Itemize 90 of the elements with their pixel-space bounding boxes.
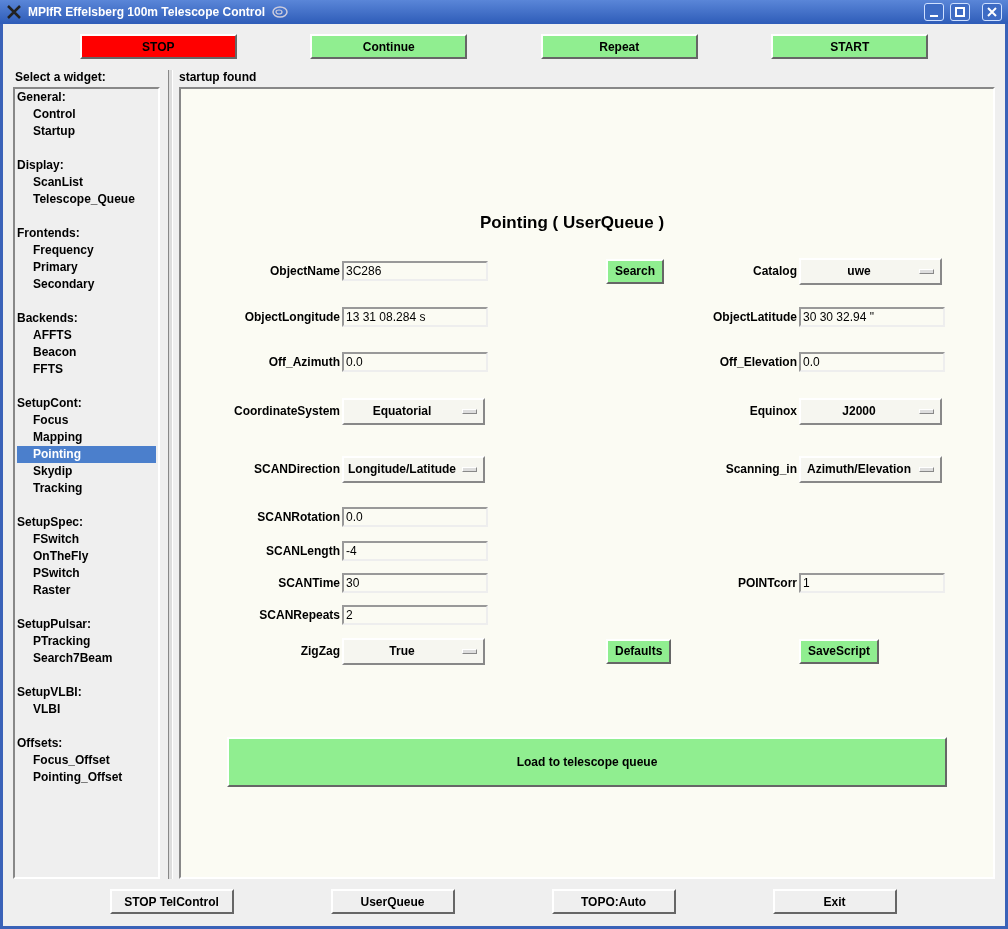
close-button[interactable] bbox=[982, 3, 1002, 21]
maximize-button[interactable] bbox=[950, 3, 970, 21]
text-field[interactable]: 3C286 bbox=[342, 261, 488, 281]
list-item[interactable]: Control bbox=[17, 106, 156, 123]
field-label: SCANRotation bbox=[256, 510, 341, 524]
field-label: Off_Azimuth bbox=[267, 355, 341, 369]
field-label: Off_Elevation bbox=[718, 355, 798, 369]
toolbar-button[interactable]: Repeat bbox=[540, 34, 698, 59]
dropdown[interactable]: Longitude/Latitude bbox=[342, 455, 485, 483]
list-item[interactable]: Focus bbox=[17, 412, 156, 429]
field-label: Catalog bbox=[752, 264, 798, 278]
footer-button[interactable]: UserQueue bbox=[330, 889, 455, 914]
list-item[interactable]: Startup bbox=[17, 123, 156, 140]
list-item[interactable]: Frequency bbox=[17, 242, 156, 259]
field-label: ZigZag bbox=[299, 644, 341, 658]
text-field[interactable]: 13 31 08.284 s bbox=[342, 307, 488, 327]
list-item[interactable]: Raster bbox=[17, 582, 156, 599]
toolbar-button[interactable]: STOP bbox=[79, 34, 237, 59]
list-item[interactable]: FFTS bbox=[17, 361, 156, 378]
list-item[interactable]: Mapping bbox=[17, 429, 156, 446]
field-label: SCANTime bbox=[277, 576, 341, 590]
field-label: SCANRepeats bbox=[258, 608, 341, 622]
group-header: SetupSpec: bbox=[17, 514, 84, 531]
field-label: ObjectLongitude bbox=[243, 310, 341, 324]
list-item[interactable]: Beacon bbox=[17, 344, 156, 361]
list-item[interactable]: Search7Beam bbox=[17, 650, 156, 667]
text-field[interactable]: 2 bbox=[342, 605, 488, 625]
splitter-handle[interactable] bbox=[168, 70, 173, 879]
form-title: Pointing ( UserQueue ) bbox=[478, 213, 666, 233]
text-field[interactable]: 1 bbox=[799, 573, 945, 593]
dropdown[interactable]: J2000 bbox=[799, 397, 942, 425]
list-item[interactable]: PSwitch bbox=[17, 565, 156, 582]
field-label: ObjectLatitude bbox=[712, 310, 798, 324]
field-label: SCANDirection bbox=[253, 462, 341, 476]
action-button[interactable]: SaveScript bbox=[799, 638, 880, 664]
field-label: Scanning_in bbox=[724, 462, 798, 476]
dropdown[interactable]: Azimuth/Elevation bbox=[799, 455, 942, 483]
x-logo-icon bbox=[6, 5, 22, 19]
list-item[interactable]: VLBI bbox=[17, 701, 156, 718]
list-item[interactable]: Pointing_Offset bbox=[17, 769, 156, 786]
toolbar-button[interactable]: Continue bbox=[310, 34, 468, 59]
window-title: MPIfR Effelsberg 100m Telescope Control bbox=[28, 5, 266, 19]
load-button[interactable]: Load to telescope queue bbox=[227, 737, 947, 787]
list-item[interactable]: Focus_Offset bbox=[17, 752, 156, 769]
group-header: Display: bbox=[17, 157, 65, 174]
list-item[interactable]: Tracking bbox=[17, 480, 156, 497]
sidebar-title: Select a widget: bbox=[14, 70, 107, 86]
group-header: SetupCont: bbox=[17, 395, 83, 412]
group-header: General: bbox=[17, 89, 67, 106]
group-header: Backends: bbox=[17, 310, 79, 327]
list-item[interactable]: Telescope_Queue bbox=[17, 191, 156, 208]
list-item[interactable]: PTracking bbox=[17, 633, 156, 650]
status-text: startup found bbox=[179, 70, 258, 86]
dropdown[interactable]: uwe bbox=[799, 257, 942, 285]
list-item[interactable]: Pointing bbox=[17, 446, 156, 463]
list-item[interactable]: OnTheFly bbox=[17, 548, 156, 565]
list-item[interactable]: ScanList bbox=[17, 174, 156, 191]
field-label: CoordinateSystem bbox=[232, 404, 341, 418]
action-button[interactable]: Defaults bbox=[606, 638, 672, 664]
field-label: POINTcorr bbox=[736, 576, 798, 590]
list-item[interactable]: Primary bbox=[17, 259, 156, 276]
field-label: ObjectName bbox=[268, 264, 341, 278]
text-field[interactable]: 0.0 bbox=[342, 507, 488, 527]
minimize-icon bbox=[930, 15, 938, 17]
text-field[interactable]: 30 30 32.94 " bbox=[799, 307, 945, 327]
close-icon bbox=[987, 7, 997, 17]
dropdown[interactable]: True bbox=[342, 637, 485, 665]
minimize-button[interactable] bbox=[924, 3, 944, 21]
dropdown[interactable]: Equatorial bbox=[342, 397, 485, 425]
list-item[interactable]: FSwitch bbox=[17, 531, 156, 548]
field-label: Equinox bbox=[748, 404, 798, 418]
text-field[interactable]: -4 bbox=[342, 541, 488, 561]
list-item[interactable]: Skydip bbox=[17, 463, 156, 480]
list-item[interactable]: AFFTS bbox=[17, 327, 156, 344]
maximize-icon bbox=[955, 7, 965, 17]
swirl-icon bbox=[271, 5, 290, 19]
group-header: Frontends: bbox=[17, 225, 81, 242]
footer-button[interactable]: Exit bbox=[772, 889, 897, 914]
footer-button[interactable]: TOPO:Auto bbox=[551, 889, 676, 914]
footer-button[interactable]: STOP TelControl bbox=[109, 889, 234, 914]
group-header: SetupPulsar: bbox=[17, 616, 92, 633]
group-header: Offsets: bbox=[17, 735, 64, 752]
group-header: SetupVLBI: bbox=[17, 684, 83, 701]
text-field[interactable]: 0.0 bbox=[799, 352, 945, 372]
toolbar-button[interactable]: START bbox=[771, 34, 929, 59]
text-field[interactable]: 0.0 bbox=[342, 352, 488, 372]
field-label: SCANLength bbox=[265, 544, 341, 558]
action-button[interactable]: Search bbox=[606, 258, 665, 284]
text-field[interactable]: 30 bbox=[342, 573, 488, 593]
list-item[interactable]: Secondary bbox=[17, 276, 156, 293]
